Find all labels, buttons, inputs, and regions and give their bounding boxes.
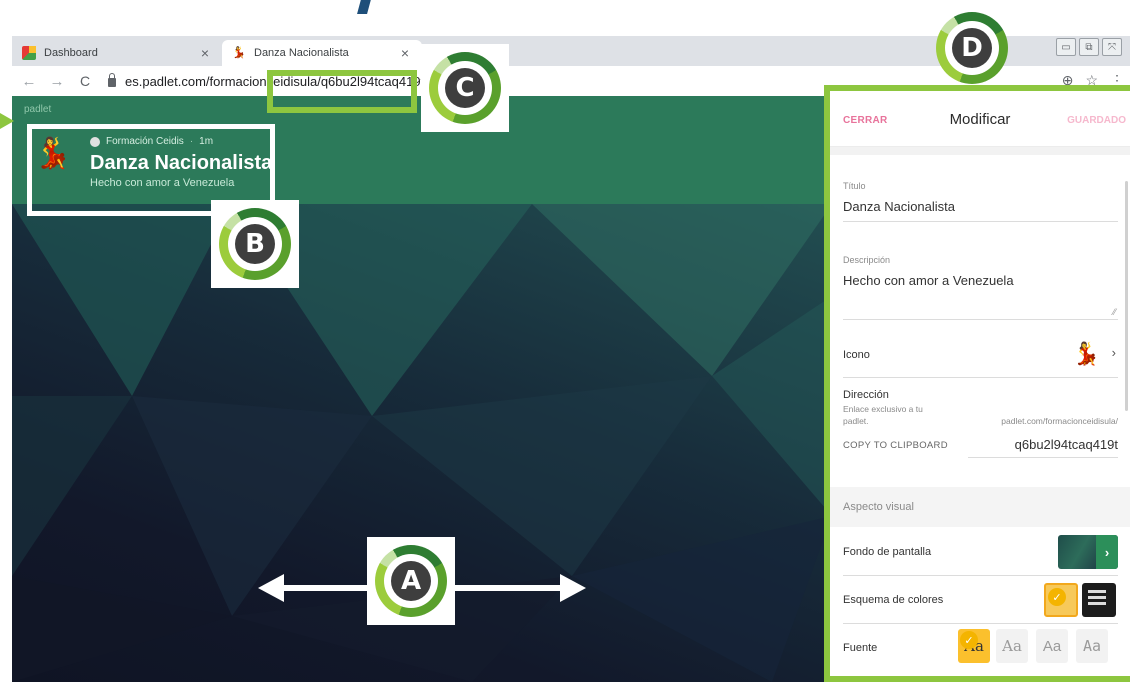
padlet-logo[interactable]: padlet — [24, 104, 51, 115]
minimize-icon[interactable]: ▭ — [1056, 38, 1076, 56]
badge-letter: A — [391, 561, 431, 601]
annotation-badge-a: A — [367, 537, 455, 625]
badge-letter: C — [445, 68, 485, 108]
back-icon[interactable]: ← — [18, 73, 40, 90]
tab-close-icon[interactable]: × — [398, 45, 412, 61]
address-hint-line1: Enlace exclusivo a tu — [843, 404, 923, 414]
wallpaper-label: Fondo de pantalla — [843, 546, 932, 558]
divider — [843, 221, 1118, 222]
dark-scheme-option[interactable] — [1082, 583, 1116, 617]
arrow-right-head — [560, 574, 586, 602]
check-icon: ✓ — [960, 631, 978, 649]
divider — [843, 377, 1118, 378]
annotation-box-c — [267, 70, 417, 113]
dashboard-favicon-icon — [22, 46, 36, 60]
restore-icon[interactable]: ⧉ — [1079, 38, 1099, 56]
address-hint-line2: padlet. — [843, 416, 869, 426]
font-label: Fuente — [843, 642, 878, 654]
tab-label: Dashboard — [44, 47, 98, 59]
visual-section-title: Aspecto visual — [843, 501, 914, 513]
panel-header: CERRAR Modificar GUARDADO — [830, 91, 1130, 147]
light-scheme-option[interactable]: ✓ — [1044, 583, 1078, 617]
copy-to-clipboard-button[interactable]: COPY TO CLIPBOARD — [843, 440, 948, 451]
decorative-mark — [357, 0, 373, 14]
tab-danza-nacionalista[interactable]: 💃 Danza Nacionalista × — [222, 40, 422, 66]
screenshot-root: Dashboard × 💃 Danza Nacionalista × ▭ ⧉ ⤧… — [0, 0, 1130, 682]
icon-preview[interactable]: 💃 — [1073, 341, 1100, 367]
address-label: Dirección — [843, 389, 889, 401]
arrow-right-shaft — [454, 585, 562, 591]
annotation-badge-c: C — [421, 44, 509, 132]
check-icon: ✓ — [1048, 588, 1066, 606]
annotation-badge-d: D — [928, 4, 1016, 92]
tab-label: Danza Nacionalista — [254, 47, 349, 59]
font-option-4[interactable]: Aa — [1076, 629, 1108, 663]
title-field[interactable]: Danza Nacionalista — [843, 199, 955, 214]
reload-icon[interactable]: C — [74, 73, 96, 89]
chevron-right-icon: › — [1096, 535, 1118, 569]
icon-row-label: Icono — [843, 349, 870, 361]
font-option-3[interactable]: Aa — [1036, 629, 1068, 663]
header-divider — [830, 147, 1130, 155]
divider — [968, 457, 1118, 458]
description-field[interactable]: Hecho con amor a Venezuela — [843, 273, 1014, 288]
panel-scrollbar[interactable] — [1125, 181, 1128, 411]
arrow-left-shaft — [280, 585, 368, 591]
address-slug-field[interactable]: q6bu2l94tcaq419t — [1015, 437, 1118, 452]
address-prefix: padlet.com/formacionceidisula/ — [1001, 416, 1118, 426]
divider — [843, 319, 1118, 320]
dancer-favicon-icon: 💃 — [232, 47, 246, 59]
annotation-badge-b: B — [211, 200, 299, 288]
annotation-pointer — [0, 113, 14, 129]
tab-dashboard[interactable]: Dashboard × — [12, 40, 222, 66]
font-option-2[interactable]: Aa — [996, 629, 1028, 663]
window-controls: ▭ ⧉ ⤧ — [1053, 38, 1122, 56]
section-band: Aspecto visual — [830, 487, 1130, 527]
divider — [843, 575, 1118, 576]
close-window-icon[interactable]: ⤧ — [1102, 38, 1122, 56]
resize-handle-icon[interactable]: ⁄⁄ — [1113, 307, 1116, 317]
forward-icon[interactable]: → — [46, 73, 68, 90]
edit-panel: CERRAR Modificar GUARDADO Título Danza N… — [824, 85, 1130, 682]
tab-close-icon[interactable]: × — [198, 45, 212, 61]
color-scheme-label: Esquema de colores — [843, 594, 944, 606]
description-field-label: Descripción — [843, 255, 891, 265]
divider — [843, 623, 1118, 624]
lock-icon — [108, 72, 116, 87]
saved-status: GUARDADO — [1067, 115, 1126, 126]
wallpaper-thumbnail[interactable]: › — [1058, 535, 1118, 569]
badge-letter: D — [952, 28, 992, 68]
badge-letter: B — [235, 224, 275, 264]
title-field-label: Título — [843, 181, 866, 191]
chevron-right-icon[interactable]: › — [1112, 345, 1116, 360]
